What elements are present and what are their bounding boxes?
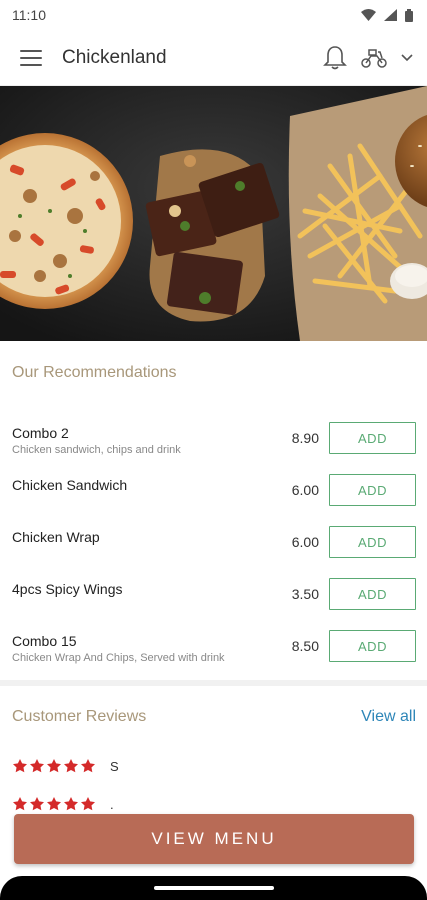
chevron-down-icon[interactable] xyxy=(401,53,413,62)
star-icon xyxy=(13,759,27,773)
recommendations-title: Our Recommendations xyxy=(12,364,177,381)
app-bar-actions xyxy=(323,45,413,71)
battery-icon xyxy=(405,8,413,22)
add-button[interactable]: ADD xyxy=(329,422,416,454)
home-gesture-handle[interactable] xyxy=(153,886,274,890)
add-button[interactable]: ADD xyxy=(329,578,416,610)
view-all-link[interactable]: View all xyxy=(361,708,416,726)
item-name: Combo 15 xyxy=(12,633,77,649)
star-icon xyxy=(81,797,95,811)
item-name: Chicken Sandwich xyxy=(12,477,128,493)
item-description: Chicken sandwich, chips and drink xyxy=(12,444,181,456)
item-price: 6.00 xyxy=(291,534,319,550)
item-price: 6.00 xyxy=(291,482,319,498)
review-text: S xyxy=(110,758,119,774)
item-description: Chicken Wrap And Chips, Served with drin… xyxy=(12,652,225,664)
list-item: Combo 2 Chicken sandwich, chips and drin… xyxy=(0,410,427,462)
star-icon xyxy=(64,797,78,811)
item-price: 8.90 xyxy=(291,430,319,446)
star-icon xyxy=(30,759,44,773)
delivery-scooter-icon[interactable] xyxy=(361,48,387,68)
status-icons xyxy=(361,8,413,22)
star-rating xyxy=(12,796,96,812)
system-nav-bar xyxy=(0,876,427,900)
item-price: 3.50 xyxy=(291,586,319,602)
view-menu-button[interactable]: VIEW MENU xyxy=(14,814,414,864)
list-item: Chicken Wrap 6.00 ADD xyxy=(0,514,427,566)
star-icon xyxy=(81,759,95,773)
hero-banner xyxy=(0,86,427,341)
star-icon xyxy=(30,797,44,811)
add-button[interactable]: ADD xyxy=(329,474,416,506)
star-rating xyxy=(12,758,96,774)
list-item: Combo 15 Chicken Wrap And Chips, Served … xyxy=(0,618,427,670)
hero-food-illustration xyxy=(0,86,427,341)
signal-icon xyxy=(384,9,397,21)
star-icon xyxy=(64,759,78,773)
add-button[interactable]: ADD xyxy=(329,630,416,662)
add-button[interactable]: ADD xyxy=(329,526,416,558)
item-name: Combo 2 xyxy=(12,425,69,441)
wifi-icon xyxy=(361,9,376,21)
reviews-title: Customer Reviews xyxy=(12,708,147,725)
review-item: . xyxy=(12,796,114,812)
status-time: 11:10 xyxy=(12,7,46,23)
status-bar: 11:10 xyxy=(0,0,427,30)
star-icon xyxy=(47,797,61,811)
recommendations-list: Combo 2 Chicken sandwich, chips and drin… xyxy=(0,410,427,670)
app-bar: Chickenland xyxy=(0,30,427,86)
star-icon xyxy=(47,759,61,773)
review-text: . xyxy=(110,796,114,812)
item-price: 8.50 xyxy=(291,638,319,654)
item-name: Chicken Wrap xyxy=(12,529,100,545)
item-name: 4pcs Spicy Wings xyxy=(12,581,123,597)
menu-icon[interactable] xyxy=(20,49,42,66)
fries-graphic xyxy=(288,86,427,341)
app-title: Chickenland xyxy=(62,46,167,68)
bell-icon[interactable] xyxy=(323,45,347,71)
star-icon xyxy=(13,797,27,811)
review-item: S xyxy=(12,758,119,774)
list-item: 4pcs Spicy Wings 3.50 ADD xyxy=(0,566,427,618)
list-item: Chicken Sandwich 6.00 ADD xyxy=(0,462,427,514)
section-divider xyxy=(0,680,427,686)
